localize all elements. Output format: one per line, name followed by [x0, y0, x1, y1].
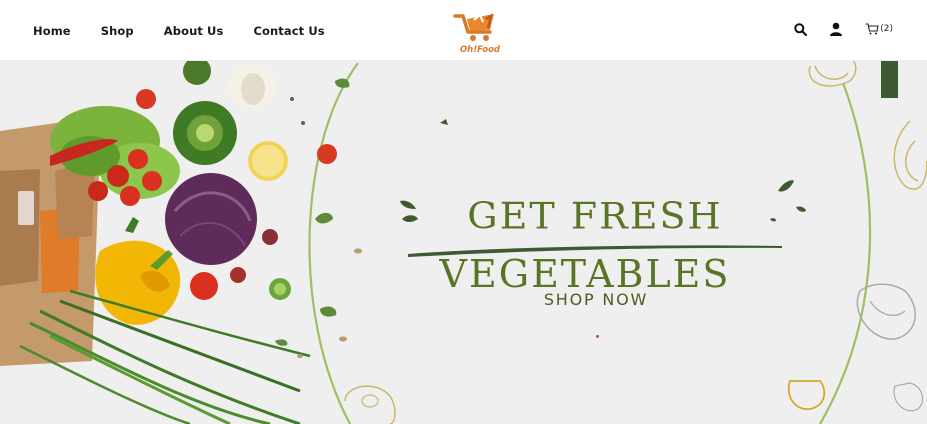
shop-now-button[interactable]: SHOP NOW — [528, 290, 664, 309]
nav-home-link[interactable]: Home — [33, 24, 71, 38]
slider-indicator-dot[interactable] — [596, 335, 599, 338]
search-icon[interactable] — [794, 22, 808, 36]
user-icon[interactable] — [829, 22, 843, 36]
cart-button[interactable]: (2) — [865, 23, 893, 35]
hero-headline-line2: VEGETABLES — [439, 252, 731, 296]
hero-headline-line1: GET FRESH — [467, 195, 723, 237]
shopping-cart-logo-icon — [453, 13, 494, 41]
cart-count: (2) — [880, 24, 893, 34]
hero-decoration — [0, 61, 927, 424]
nav-about-link[interactable]: About Us — [164, 24, 224, 38]
side-tab[interactable] — [881, 61, 898, 98]
site-logo[interactable]: Oh!Food — [450, 10, 510, 56]
nav-contact-link[interactable]: Contact Us — [253, 24, 324, 38]
logo-text: Oh!Food — [459, 45, 501, 55]
cart-icon — [865, 23, 879, 35]
nav-shop-link[interactable]: Shop — [101, 24, 134, 38]
site-header: Home Shop About Us Contact Us Oh!Food (2… — [0, 0, 927, 61]
main-nav: Home Shop About Us Contact Us — [33, 24, 355, 38]
header-actions: (2) — [772, 22, 893, 36]
hero-banner: GET FRESH VEGETABLES SHOP NOW — [0, 61, 927, 424]
